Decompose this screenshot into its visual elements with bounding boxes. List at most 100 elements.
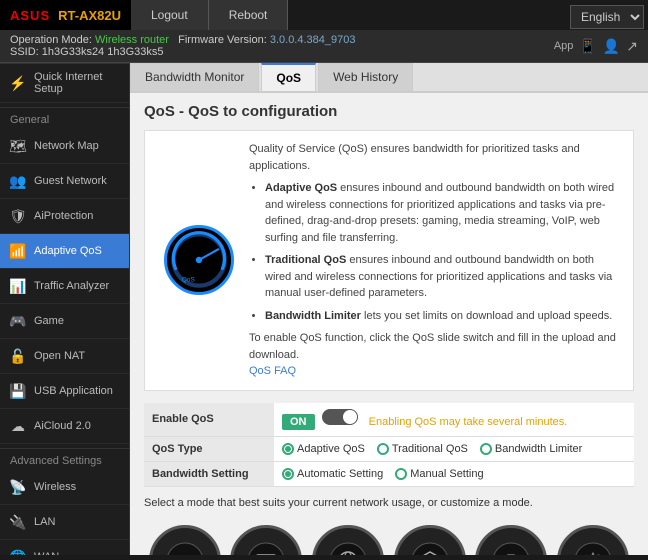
auto-label: Automatic Setting bbox=[297, 468, 383, 480]
sidebar-item-open-nat[interactable]: 🔓 Open NAT bbox=[0, 339, 129, 374]
main-layout: ⚡ Quick Internet Setup General 🗺 Network… bbox=[0, 63, 648, 555]
desc-text: Quality of Service (QoS) ensures bandwid… bbox=[249, 141, 619, 380]
page-title: QoS - QoS to configuration bbox=[144, 103, 634, 120]
operation-mode-label: Operation Mode: bbox=[10, 34, 95, 46]
sidebar-label: Game bbox=[34, 315, 64, 327]
desc-item-traditional: Traditional QoS ensures inbound and outb… bbox=[265, 252, 619, 302]
manual-radio[interactable] bbox=[395, 468, 407, 480]
sidebar-item-wireless[interactable]: 📡 Wireless bbox=[0, 470, 129, 505]
qos-faq-link[interactable]: QoS FAQ bbox=[249, 365, 296, 377]
sidebar-item-traffic-analyzer[interactable]: 📊 Traffic Analyzer bbox=[0, 269, 129, 304]
sidebar-item-usb-application[interactable]: 💾 USB Application bbox=[0, 374, 129, 409]
gauge-circle: QoS bbox=[164, 225, 234, 295]
game-icon: 🎮 bbox=[8, 311, 28, 331]
qos-type-limiter[interactable]: Bandwidth Limiter bbox=[480, 443, 582, 455]
header-info: Operation Mode: Wireless router Firmware… bbox=[10, 34, 554, 58]
tab-bandwidth-monitor[interactable]: Bandwidth Monitor bbox=[130, 63, 259, 91]
sidebar-label: LAN bbox=[34, 516, 55, 528]
qos-type-traditional[interactable]: Traditional QoS bbox=[377, 443, 468, 455]
top-nav: Logout Reboot bbox=[131, 0, 570, 30]
traditional-radio[interactable] bbox=[377, 443, 389, 455]
enable-qos-row: Enable QoS ON Enabling QoS may take seve… bbox=[144, 403, 634, 437]
tab-qos[interactable]: QoS bbox=[261, 63, 316, 91]
customize-icon-circle bbox=[557, 525, 629, 556]
auto-radio[interactable] bbox=[282, 468, 294, 480]
aiprotection-icon: 🛡 bbox=[8, 206, 28, 226]
person-icon[interactable]: 👤 bbox=[603, 38, 620, 55]
desc-footer: To enable QoS function, click the QoS sl… bbox=[249, 330, 619, 363]
media-streaming-icon-circle bbox=[230, 525, 302, 556]
web-surfing-icon-circle bbox=[312, 525, 384, 556]
qos-type-adaptive[interactable]: Adaptive QoS bbox=[282, 443, 365, 455]
ssid-value: 1h3G33ks24 1h3G33ks5 bbox=[42, 46, 164, 58]
qos-type-label: QoS Type bbox=[144, 436, 274, 461]
sidebar-item-aiprotection[interactable]: 🛡 AiProtection bbox=[0, 199, 129, 234]
mode-web-surfing[interactable]: Web Surfing bbox=[312, 525, 384, 556]
usb-icon: 💾 bbox=[8, 381, 28, 401]
sidebar-item-aicloud[interactable]: ☁ AiCloud 2.0 bbox=[0, 409, 129, 444]
adaptive-radio[interactable] bbox=[282, 443, 294, 455]
mode-media-streaming[interactable]: MediaStreaming bbox=[230, 525, 302, 556]
adaptive-label: Adaptive QoS bbox=[297, 443, 365, 455]
sidebar: ⚡ Quick Internet Setup General 🗺 Network… bbox=[0, 63, 130, 555]
sidebar-item-lan[interactable]: 🔌 LAN bbox=[0, 505, 129, 540]
bandwidth-manual[interactable]: Manual Setting bbox=[395, 468, 483, 480]
firmware-version: 3.0.0.4.384_9703 bbox=[270, 34, 356, 46]
qos-type-group: Adaptive QoS Traditional QoS Bandwidth L… bbox=[282, 443, 626, 455]
limiter-label: Bandwidth Limiter bbox=[495, 443, 582, 455]
share-icon[interactable]: ↗ bbox=[626, 38, 638, 55]
operation-mode-value: Wireless router bbox=[95, 34, 169, 46]
games-icon-circle bbox=[149, 525, 221, 556]
sidebar-label: Quick Internet Setup bbox=[34, 71, 121, 95]
learn-from-home-icon-circle bbox=[394, 525, 466, 556]
sidebar-item-network-map[interactable]: 🗺 Network Map bbox=[0, 129, 129, 164]
sidebar-label: Adaptive QoS bbox=[34, 245, 102, 257]
tab-web-history[interactable]: Web History bbox=[318, 63, 413, 91]
qos-toggle[interactable] bbox=[322, 409, 358, 425]
mode-customize[interactable]: Customize bbox=[557, 525, 629, 556]
reboot-button[interactable]: Reboot bbox=[209, 0, 289, 30]
phone-icon[interactable]: 📱 bbox=[579, 38, 596, 55]
limiter-radio[interactable] bbox=[480, 443, 492, 455]
quick-internet-setup-icon: ⚡ bbox=[8, 73, 28, 93]
qos-gauge: QoS bbox=[159, 141, 239, 380]
bandwidth-auto[interactable]: Automatic Setting bbox=[282, 468, 383, 480]
description-box: QoS Quality of Service (QoS) ensures ban… bbox=[144, 130, 634, 391]
sidebar-item-wan[interactable]: 🌐 WAN bbox=[0, 540, 129, 555]
aicloud-icon: ☁ bbox=[8, 416, 28, 436]
work-from-home-icon-circle bbox=[475, 525, 547, 556]
content-body: QoS - QoS to configuration QoS bbox=[130, 93, 648, 555]
logo-text: ASUS bbox=[10, 8, 50, 23]
traffic-analyzer-icon: 📊 bbox=[8, 276, 28, 296]
qos-type-control: Adaptive QoS Traditional QoS Bandwidth L… bbox=[274, 436, 634, 461]
sidebar-item-guest-network[interactable]: 👥 Guest Network bbox=[0, 164, 129, 199]
top-bar: ASUS RT-AX82U Logout Reboot English bbox=[0, 0, 648, 30]
logo: ASUS RT-AX82U bbox=[0, 0, 131, 30]
sidebar-label: Open NAT bbox=[34, 350, 85, 362]
sidebar-label: WAN bbox=[34, 551, 59, 555]
sidebar-item-quick-internet-setup[interactable]: ⚡ Quick Internet Setup bbox=[0, 63, 129, 103]
enable-qos-label: Enable QoS bbox=[144, 403, 274, 437]
enable-qos-message: Enabling QoS may take several minutes. bbox=[369, 416, 568, 428]
sidebar-item-adaptive-qos[interactable]: 📶 Adaptive QoS bbox=[0, 234, 129, 269]
sidebar-label: USB Application bbox=[34, 385, 113, 397]
mode-learn-from-home[interactable]: Learn-From-Home bbox=[394, 525, 466, 556]
content-area: Bandwidth Monitor QoS Web History QoS - … bbox=[130, 63, 648, 555]
svg-text:QoS: QoS bbox=[182, 277, 195, 284]
sidebar-label: AiCloud 2.0 bbox=[34, 420, 91, 432]
mode-work-from-home[interactable]: Work-From-Home bbox=[475, 525, 547, 556]
wireless-icon: 📡 bbox=[8, 477, 28, 497]
sidebar-label: Traffic Analyzer bbox=[34, 280, 109, 292]
sidebar-item-game[interactable]: 🎮 Game bbox=[0, 304, 129, 339]
adaptive-qos-icon: 📶 bbox=[8, 241, 28, 261]
sidebar-label: Network Map bbox=[34, 140, 99, 152]
wan-icon: 🌐 bbox=[8, 547, 28, 555]
mode-games[interactable]: Games bbox=[149, 525, 221, 556]
desc-item-limiter: Bandwidth Limiter lets you set limits on… bbox=[265, 308, 619, 325]
language-select[interactable]: English bbox=[570, 5, 644, 29]
desc-intro: Quality of Service (QoS) ensures bandwid… bbox=[249, 141, 619, 174]
sidebar-label: AiProtection bbox=[34, 210, 93, 222]
qos-type-row: QoS Type Adaptive QoS Traditional QoS bbox=[144, 436, 634, 461]
logout-button[interactable]: Logout bbox=[131, 0, 209, 30]
bandwidth-setting-row: Bandwidth Setting Automatic Setting Manu… bbox=[144, 461, 634, 486]
